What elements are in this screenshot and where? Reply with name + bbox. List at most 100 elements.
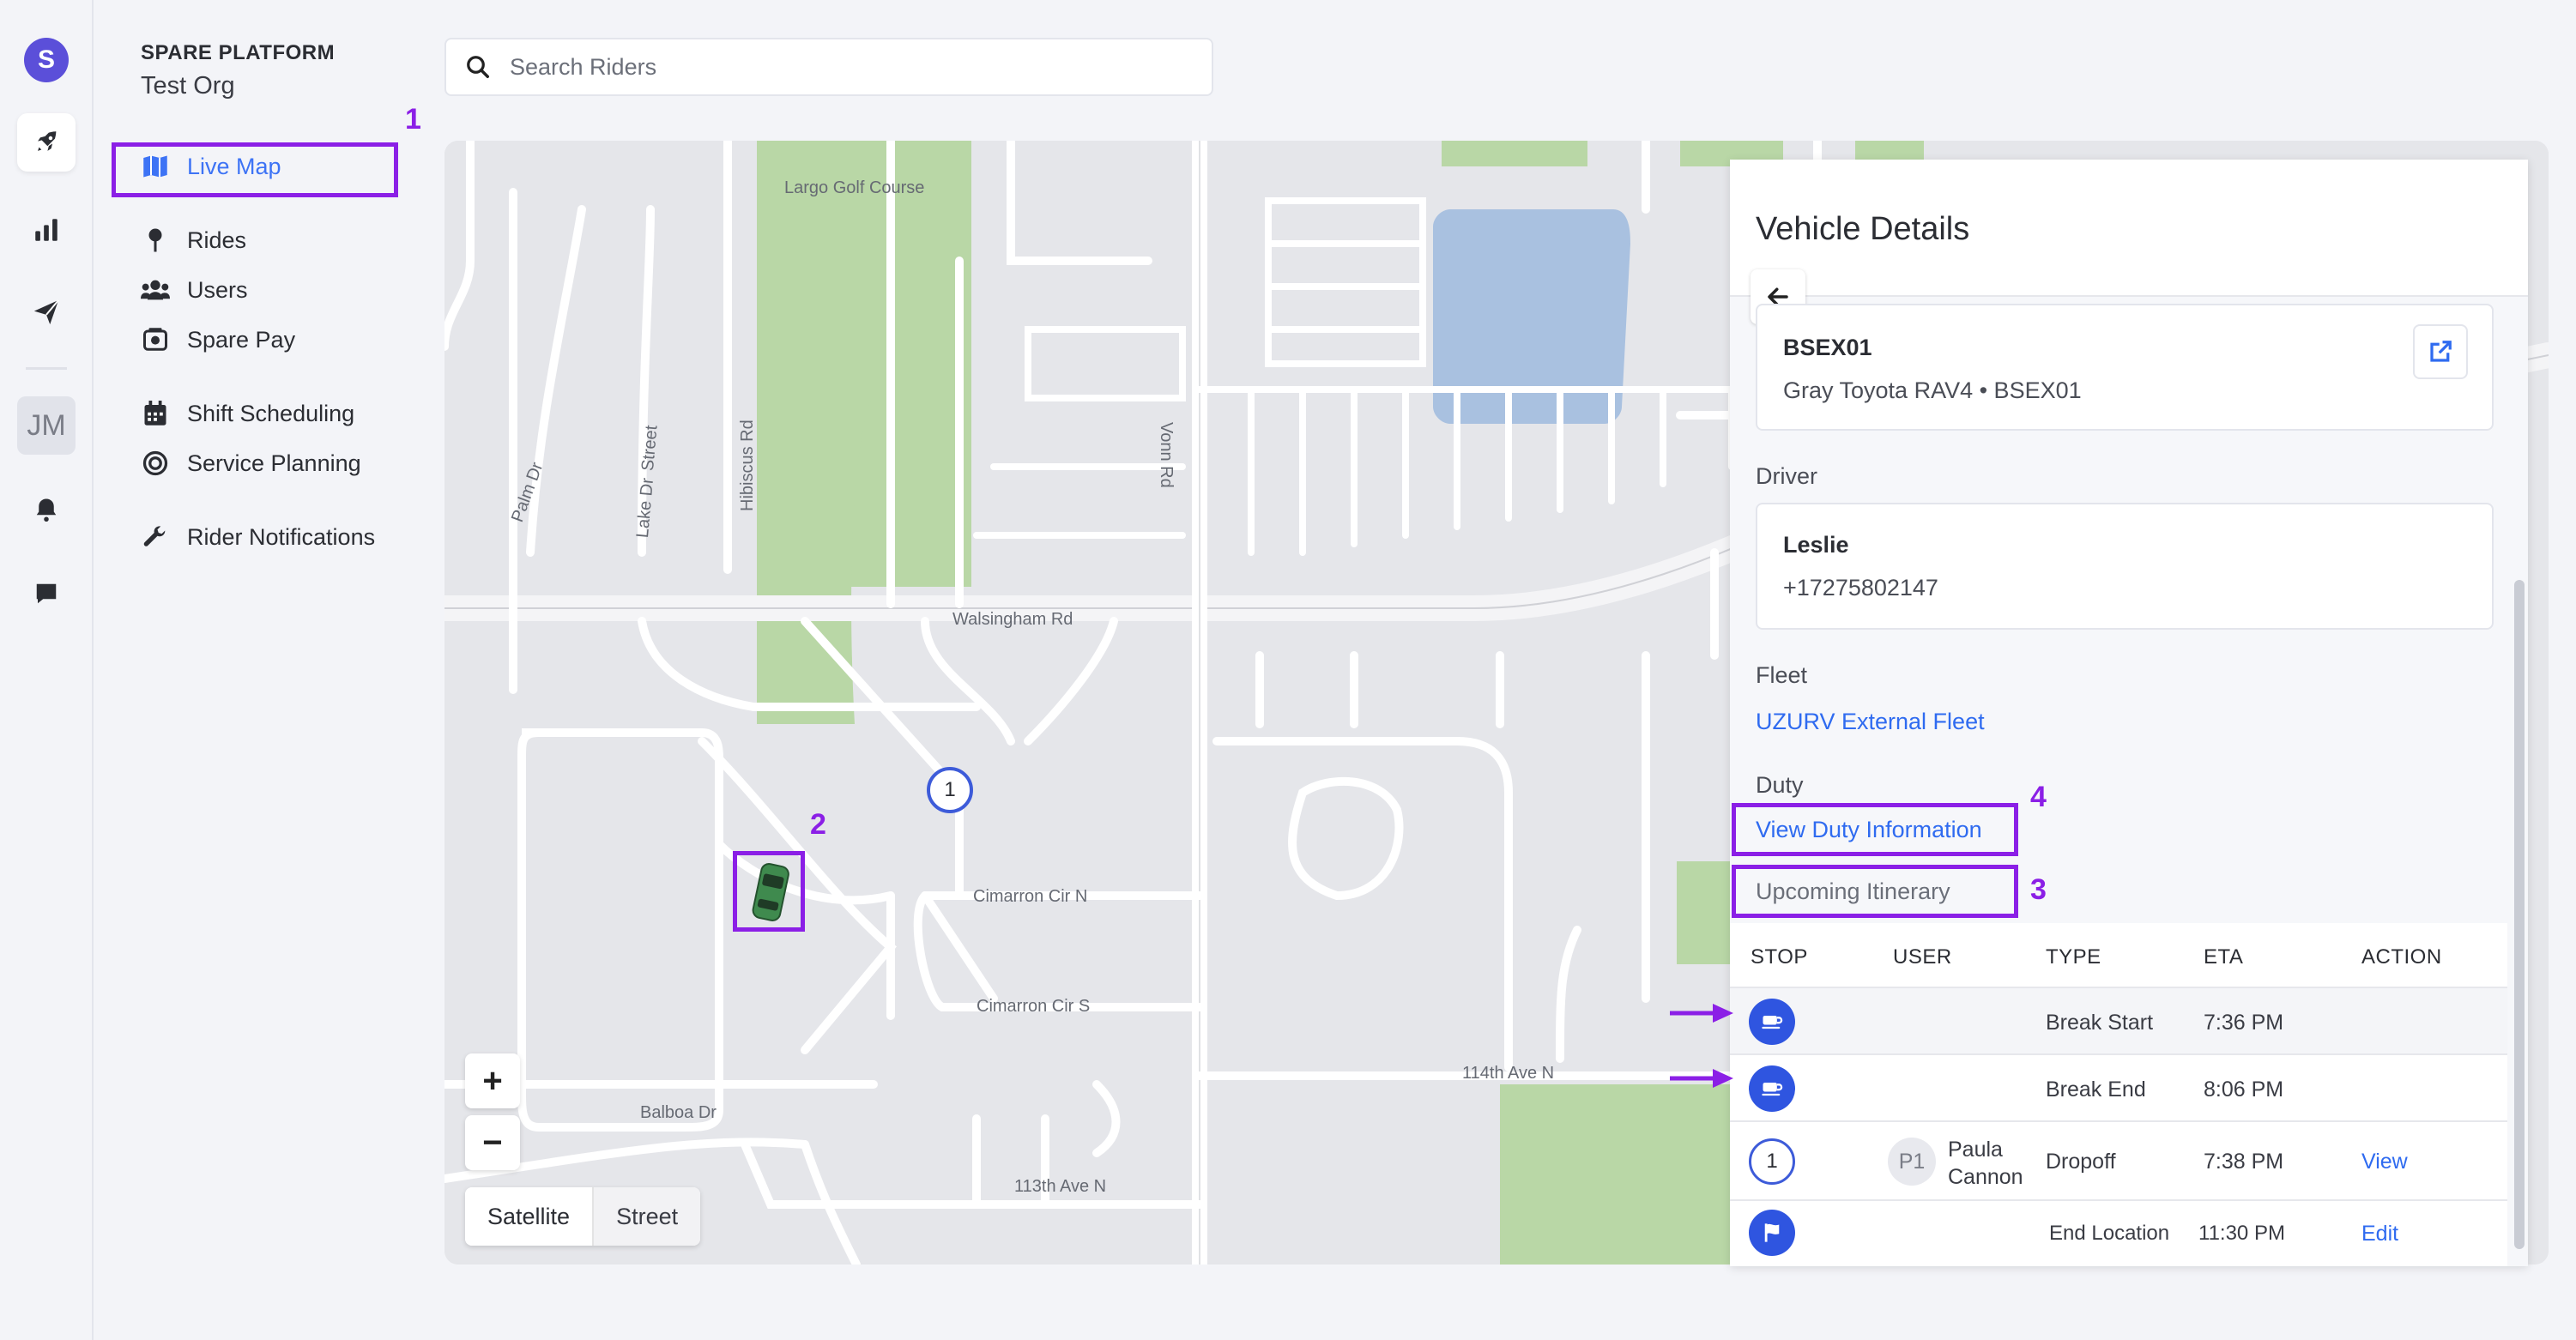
table-row[interactable]: Break End 8:06 PM: [1730, 1055, 2507, 1122]
arrow-right-icon: [1670, 1004, 1733, 1023]
search-icon: [467, 56, 489, 78]
user-cell: Paula Cannon: [1948, 1136, 2023, 1191]
zoom-out-button[interactable]: −: [465, 1115, 520, 1170]
map-label: 114th Ave N: [1462, 1064, 1555, 1083]
passenger-badge: P1: [1888, 1138, 1936, 1186]
map-label: Cimarron Cir S: [977, 997, 1091, 1016]
panel-scrollbar[interactable]: [2514, 580, 2525, 1249]
map-label: Largo Golf Course: [784, 178, 925, 197]
map-label: Vonn Rd: [1157, 422, 1176, 488]
sidebar-item-spare-pay[interactable]: Spare Pay: [141, 321, 295, 359]
map-label: Walsingham Rd: [952, 610, 1073, 629]
table-row[interactable]: Break Start 7:36 PM: [1730, 988, 2507, 1055]
org-name: Test Org: [141, 72, 235, 100]
vehicle-description: Gray Toyota RAV4 • BSEX01: [1783, 377, 2082, 403]
column-header: ACTION: [2361, 945, 2442, 969]
column-header: TYPE: [2046, 945, 2101, 969]
spare-logo[interactable]: S: [24, 38, 69, 82]
vehicle-details-panel: Vehicle Details BSEX01 Gray Toyota RAV4 …: [1730, 160, 2528, 1266]
map-type-toggle: Satellite Street: [465, 1187, 701, 1246]
annotation-number: 1: [405, 103, 421, 136]
driver-phone: +17275802147: [1783, 575, 1938, 601]
stop-number: 1: [1749, 1138, 1795, 1185]
panel-header: Vehicle Details: [1730, 160, 2528, 297]
type-cell: Break End: [2046, 1077, 2146, 1102]
map-stop-marker[interactable]: 1: [927, 767, 973, 813]
sidebar-item-label: Rides: [187, 226, 247, 253]
duty-highlight-box: [1732, 803, 2018, 856]
sidebar-item-label: Shift Scheduling: [187, 400, 355, 426]
open-external-button[interactable]: [2413, 324, 2468, 379]
live-map-highlight-box: [112, 142, 398, 197]
wrench-icon: [141, 522, 170, 552]
vehicle-highlight-box: [733, 851, 805, 932]
sidebar-item-users[interactable]: Users: [141, 271, 248, 309]
wallet-icon: [141, 325, 170, 354]
satellite-button[interactable]: Satellite: [465, 1187, 595, 1246]
bell-icon[interactable]: [17, 480, 76, 539]
sidebar-item-shift-scheduling[interactable]: Shift Scheduling: [141, 395, 354, 432]
column-header: ETA: [2204, 945, 2244, 969]
target-icon: [141, 449, 170, 478]
external-link-icon: [2430, 341, 2452, 362]
itinerary-highlight-box: [1732, 865, 2018, 918]
chat-icon[interactable]: [17, 564, 76, 623]
annotation-number: 4: [2030, 781, 2047, 813]
driver-name: Leslie: [1783, 532, 1849, 558]
coffee-icon: [1749, 1065, 1795, 1112]
sidebar-item-label: Rider Notifications: [187, 523, 376, 550]
map-label: Hibiscus Rd: [738, 420, 757, 511]
calendar-icon: [141, 399, 170, 428]
bar-chart-icon[interactable]: [17, 201, 76, 259]
map-label: 113th Ave N: [1014, 1177, 1107, 1196]
users-icon: [141, 275, 170, 305]
table-row[interactable]: 1 P1 Paula Cannon Dropoff 7:38 PM View: [1730, 1122, 2507, 1201]
vehicle-id: BSEX01: [1783, 335, 1872, 360]
map-label: Balboa Dr: [640, 1103, 717, 1122]
column-header: USER: [1893, 945, 1952, 969]
eta-cell: 7:36 PM: [2204, 1011, 2284, 1035]
fleet-link[interactable]: UZURV External Fleet: [1756, 709, 1985, 735]
eta-cell: 11:30 PM: [2198, 1222, 2285, 1245]
duty-label: Duty: [1756, 772, 1804, 798]
zoom-in-button[interactable]: +: [465, 1053, 520, 1108]
icon-rail: S JM: [0, 0, 94, 1340]
view-button[interactable]: View: [2361, 1150, 2408, 1174]
paper-plane-icon[interactable]: [17, 283, 76, 341]
eta-cell: 8:06 PM: [2204, 1077, 2284, 1102]
type-cell: End Location: [2049, 1222, 2170, 1245]
avatar[interactable]: JM: [17, 396, 76, 455]
eta-cell: 7:38 PM: [2204, 1150, 2284, 1174]
type-cell: Break Start: [2046, 1011, 2154, 1035]
sidebar-item-label: Users: [187, 276, 248, 303]
sidebar-item-rider-notifications[interactable]: Rider Notifications: [141, 518, 375, 556]
table-header: STOP USER TYPE ETA ACTION: [1730, 923, 2507, 988]
user-first-name: Paula: [1948, 1138, 2003, 1162]
search-bar[interactable]: [444, 38, 1213, 96]
rail-divider: [26, 367, 67, 370]
itinerary-table: STOP USER TYPE ETA ACTION Break Start 7:…: [1730, 923, 2507, 1266]
pin-icon: [141, 226, 170, 255]
coffee-icon: [1749, 999, 1795, 1045]
driver-card: Leslie +17275802147: [1756, 503, 2494, 630]
search-input[interactable]: [510, 53, 1162, 81]
edit-button[interactable]: Edit: [2361, 1222, 2398, 1246]
arrow-right-icon: [1670, 1069, 1733, 1088]
sidebar-item-rides[interactable]: Rides: [141, 221, 246, 259]
sidebar-item-label: Service Planning: [187, 450, 361, 476]
type-cell: Dropoff: [2046, 1150, 2116, 1174]
street-button[interactable]: Street: [594, 1187, 701, 1246]
map-label: Cimarron Cir N: [973, 887, 1088, 906]
rocket-icon[interactable]: [17, 113, 76, 172]
flag-icon: [1749, 1210, 1795, 1256]
column-header: STOP: [1751, 945, 1808, 969]
annotation-number: 2: [810, 808, 826, 841]
sidebar-item-service-planning[interactable]: Service Planning: [141, 444, 361, 482]
sidebar: SPARE PLATFORM Test Org Live Map Rides U…: [94, 0, 438, 1340]
sidebar-item-label: Spare Pay: [187, 326, 296, 353]
annotation-number: 3: [2030, 873, 2047, 906]
user-last-name: Cannon: [1948, 1165, 2023, 1189]
driver-label: Driver: [1756, 463, 1817, 489]
table-row[interactable]: End Location 11:30 PM Edit: [1730, 1201, 2507, 1266]
fleet-label: Fleet: [1756, 662, 1808, 688]
